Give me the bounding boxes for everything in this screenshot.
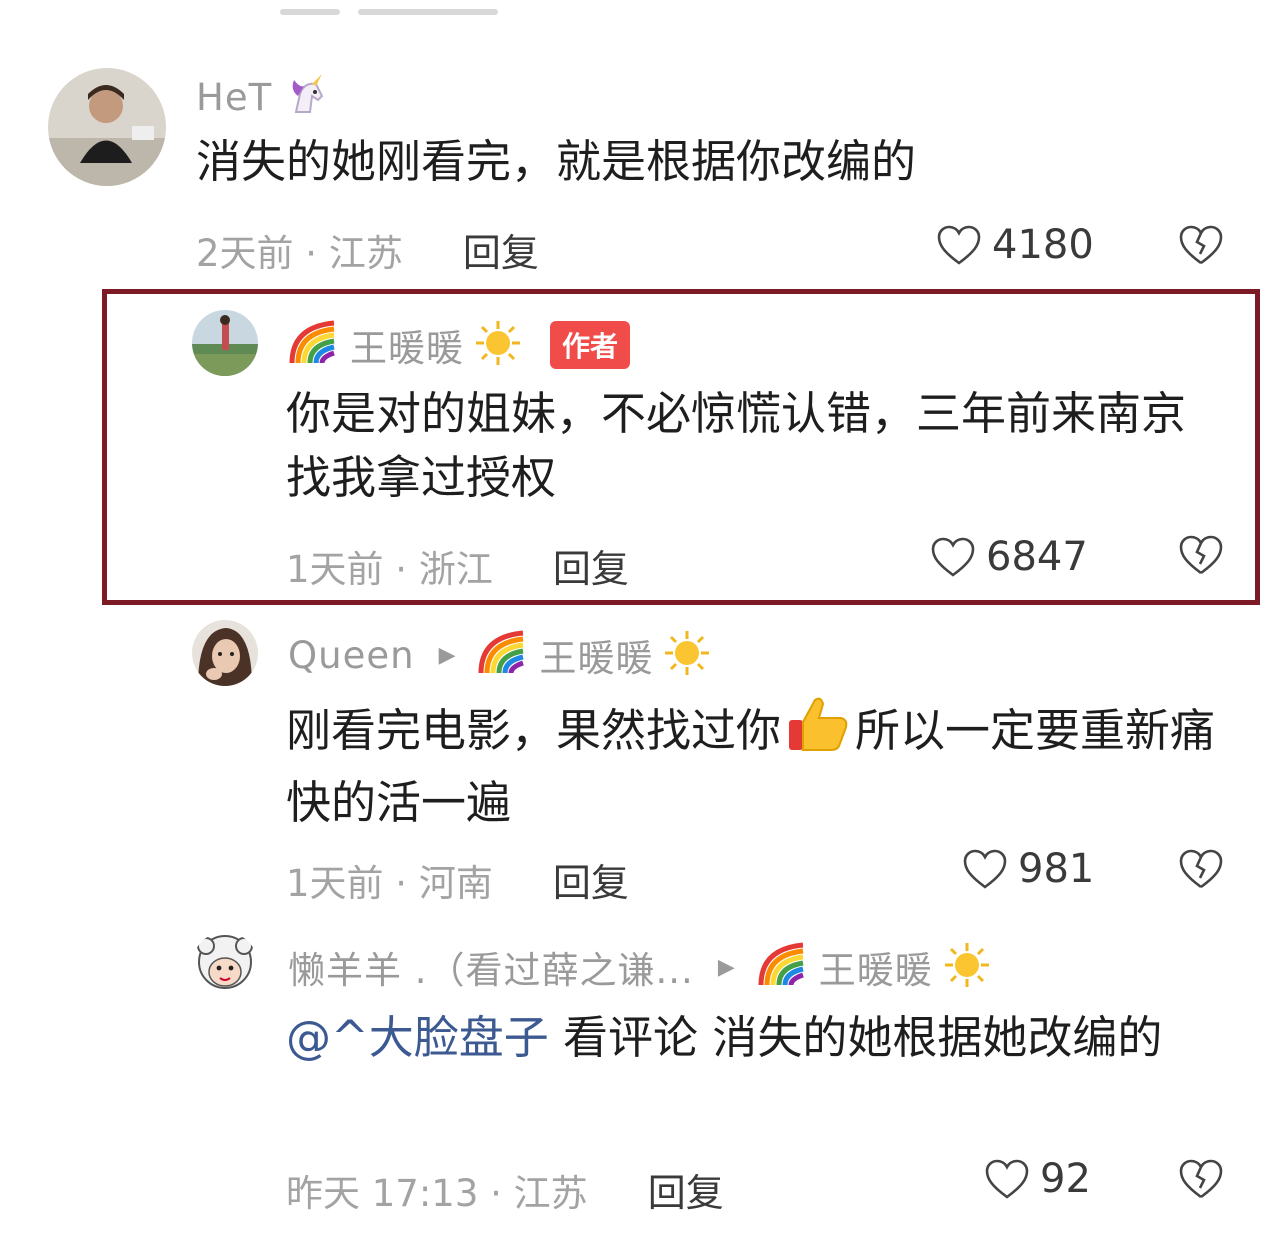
- dislike-button[interactable]: [1178, 848, 1224, 894]
- username[interactable]: HeT: [196, 76, 272, 119]
- dislike-button[interactable]: [1178, 224, 1224, 270]
- broken-heart-icon: [1179, 535, 1223, 575]
- avatar[interactable]: [48, 68, 166, 186]
- like-button[interactable]: 4180: [936, 222, 1094, 268]
- comment-text: 刚看完电影，果然找过你 所以一定要重新痛快的活一遍: [286, 694, 1216, 835]
- comment-text-part1: 刚看完电影，果然找过你: [286, 704, 782, 757]
- comment-author: 王暖暖 作者: [288, 318, 631, 372]
- reply-button[interactable]: 回复: [553, 538, 629, 593]
- heart-icon: [937, 225, 981, 265]
- reply-button[interactable]: 回复: [463, 222, 539, 277]
- comment-author: Queen ▶ 王暖暖: [288, 628, 711, 682]
- like-count: 6847: [986, 534, 1088, 580]
- comment-text: 消失的她刚看完，就是根据你改编的: [196, 135, 917, 188]
- reply-button[interactable]: 回复: [553, 852, 629, 907]
- play-arrow-icon: ▶: [717, 954, 735, 980]
- comment-meta: 1天前 · 河南 回复: [286, 852, 629, 907]
- rainbow-icon: [477, 629, 533, 681]
- like-button[interactable]: 6847: [930, 534, 1088, 580]
- broken-heart-icon: [1179, 225, 1223, 265]
- heart-icon: [985, 1159, 1029, 1199]
- comment-text-body: 看评论 消失的她根据她改编的: [548, 1011, 1163, 1064]
- comment-text: @^大脸盘子 看评论 消失的她根据她改编的: [286, 1006, 1206, 1070]
- sun-icon: [474, 319, 522, 371]
- avatar[interactable]: [192, 932, 258, 998]
- like-button[interactable]: 92: [984, 1156, 1091, 1202]
- comment-meta: 昨天 17:13 · 江苏 回复: [286, 1162, 724, 1217]
- username[interactable]: 王暖暖: [350, 318, 464, 372]
- timestamp-location: 2天前 · 江苏: [196, 231, 403, 275]
- play-arrow-icon: ▶: [438, 642, 456, 668]
- rainbow-icon: [757, 941, 813, 993]
- username[interactable]: Queen: [288, 634, 415, 677]
- unicorn-icon: [282, 72, 328, 122]
- dislike-button[interactable]: [1178, 1158, 1224, 1204]
- mention-link[interactable]: @^大脸盘子: [286, 1011, 549, 1064]
- like-count: 4180: [992, 222, 1094, 268]
- timestamp-location: 1天前 · 浙江: [286, 547, 493, 591]
- reply-to-username[interactable]: 王暖暖: [539, 628, 653, 682]
- like-count: 981: [1018, 846, 1095, 892]
- avatar[interactable]: [192, 310, 258, 376]
- dislike-button[interactable]: [1178, 534, 1224, 580]
- rainbow-icon: [288, 319, 344, 371]
- comment-meta: 2天前 · 江苏 回复: [196, 222, 539, 277]
- sun-icon: [663, 629, 711, 681]
- timestamp-location: 昨天 17:13 · 江苏: [286, 1171, 588, 1215]
- timestamp-location: 1天前 · 河南: [286, 861, 493, 905]
- heart-icon: [931, 537, 975, 577]
- username[interactable]: 懒羊羊 .（看过薛之谦...: [288, 940, 694, 994]
- author-badge: 作者: [550, 321, 631, 369]
- broken-heart-icon: [1179, 1159, 1223, 1199]
- thumbs-up-icon: [785, 694, 851, 771]
- cutoff-previous-comment: [280, 0, 600, 15]
- reply-to-username[interactable]: 王暖暖: [819, 940, 933, 994]
- comment-meta: 1天前 · 浙江 回复: [286, 538, 629, 593]
- avatar[interactable]: [192, 620, 258, 686]
- broken-heart-icon: [1179, 849, 1223, 889]
- reply-button[interactable]: 回复: [648, 1162, 724, 1217]
- comment-text: 你是对的姐妹，不必惊慌认错，三年前来南京找我拿过授权: [286, 387, 1187, 504]
- heart-icon: [963, 849, 1007, 889]
- like-button[interactable]: 981: [962, 846, 1094, 892]
- sun-icon: [943, 941, 991, 993]
- comment-author: 懒羊羊 .（看过薛之谦... ▶ 王暖暖: [288, 940, 991, 994]
- comment-author: HeT: [196, 72, 328, 122]
- like-count: 92: [1040, 1156, 1091, 1202]
